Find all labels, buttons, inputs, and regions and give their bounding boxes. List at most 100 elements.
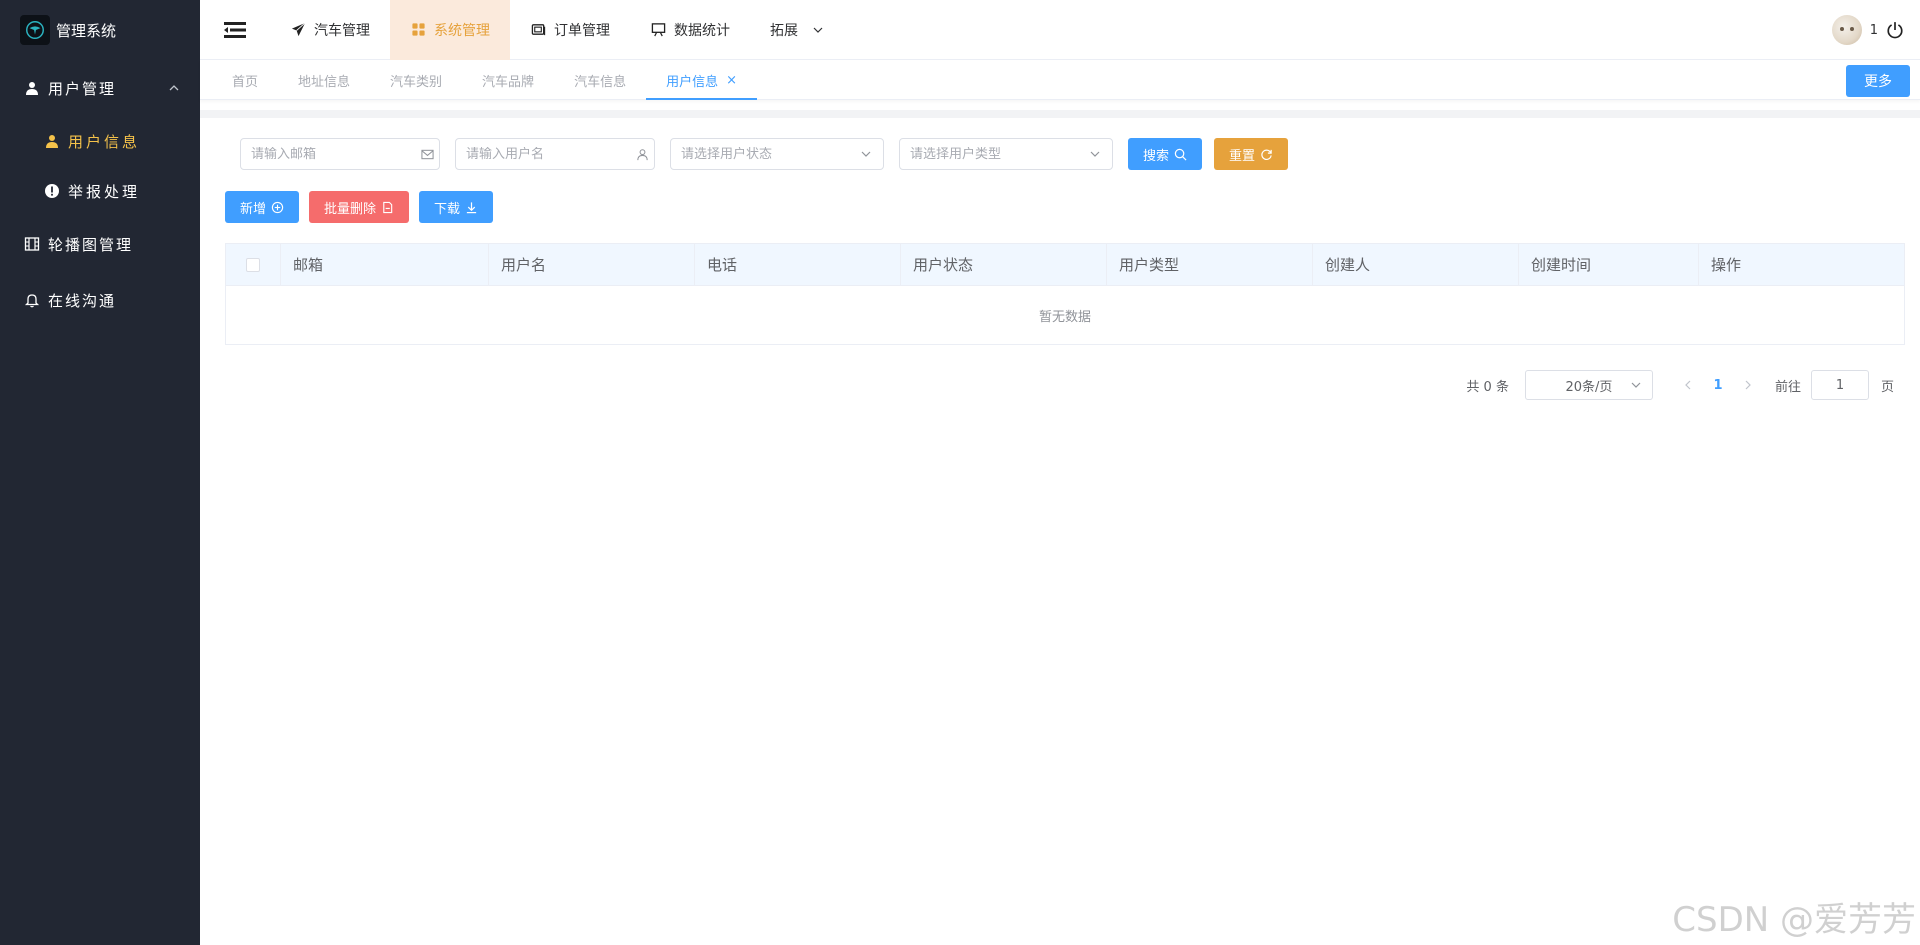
power-icon[interactable] (1886, 21, 1904, 39)
sidebar-item-label: 轮播图管理 (48, 235, 134, 254)
sidebar-item-carousel[interactable]: 轮播图管理 (0, 216, 200, 272)
email-field[interactable] (240, 138, 440, 170)
prev-page-button[interactable] (1673, 370, 1703, 400)
goto-page-input[interactable] (1810, 370, 1869, 400)
select-all-cell (226, 244, 281, 285)
email-input[interactable] (251, 146, 421, 162)
tabs-bar: 首页 地址信息 汽车类别 汽车品牌 汽车信息 用户信息 × 更多 (200, 60, 1920, 100)
topnav-extension[interactable]: 拓展 (750, 0, 844, 60)
batch-delete-button-label: 批量删除 (324, 201, 377, 217)
column-header-created-time[interactable]: 创建时间 (1519, 244, 1699, 285)
sidebar-item-online-chat[interactable]: 在线沟通 (0, 272, 200, 328)
tab-home[interactable]: 首页 (212, 60, 278, 100)
column-header-username[interactable]: 用户名 (489, 244, 695, 285)
tab-car-info[interactable]: 汽车信息 (554, 60, 646, 100)
close-icon[interactable]: × (726, 73, 737, 88)
table-actions: 新增 批量删除 下载 (225, 191, 494, 223)
tab-label: 用户信息 (666, 74, 719, 90)
page-size-select[interactable]: 20条/页 (1524, 370, 1653, 400)
presentation-icon (650, 22, 666, 38)
next-page-button[interactable] (1733, 370, 1763, 400)
pagination: 共 0 条 20条/页 1 前往 页 (1466, 370, 1894, 400)
tab-user-info[interactable]: 用户信息 × (646, 60, 757, 100)
chevron-down-icon (813, 27, 823, 33)
menu-fold-icon (224, 21, 246, 38)
user-type-input[interactable] (910, 146, 1088, 162)
watermark: CSDN @爱芳芳 (1672, 900, 1916, 940)
header-user-area: 1 (1831, 0, 1904, 60)
top-header: 汽车管理 系统管理 订单管理 数据统计 拓展 1 (200, 0, 1920, 60)
column-header-phone[interactable]: 电话 (695, 244, 901, 285)
topnav-system-management[interactable]: 系统管理 (390, 0, 510, 60)
app-logo[interactable]: 管理系统 (0, 0, 200, 60)
sidebar-item-user-management[interactable]: 用户管理 (0, 60, 200, 116)
film-icon (24, 236, 40, 252)
topnav-label: 订单管理 (554, 22, 610, 39)
sidebar-item-label: 用户管理 (48, 79, 117, 98)
bell-icon (24, 292, 40, 308)
sidebar-item-label: 用户信息 (68, 132, 141, 151)
page-tabs: 首页 地址信息 汽车类别 汽车品牌 汽车信息 用户信息 × (200, 60, 1920, 100)
column-header-email[interactable]: 邮箱 (281, 244, 489, 285)
column-header-actions: 操作 (1711, 256, 1742, 274)
sidebar-item-user-info[interactable]: 用户信息 (0, 116, 200, 166)
topnav-car-management[interactable]: 汽车管理 (270, 0, 390, 60)
reset-button[interactable]: 重置 (1214, 138, 1289, 170)
column-header-user-status[interactable]: 用户状态 (901, 244, 1107, 285)
send-icon (290, 22, 306, 38)
user-status-input[interactable] (681, 146, 859, 162)
user-status-select[interactable] (670, 138, 884, 170)
tab-car-category[interactable]: 汽车类别 (370, 60, 462, 100)
sidebar-item-report-handling[interactable]: 举报处理 (0, 166, 200, 216)
pagination-total: 共 0 条 (1466, 379, 1509, 395)
topnav-label: 系统管理 (434, 22, 490, 39)
page-number[interactable]: 1 (1703, 370, 1733, 400)
add-button[interactable]: 新增 (225, 191, 300, 223)
chevron-left-icon (1685, 380, 1691, 390)
ticket-icon (530, 22, 546, 38)
tab-label: 汽车信息 (574, 74, 627, 90)
page-suffix: 页 (1880, 379, 1894, 395)
goto-label: 前往 (1774, 379, 1801, 395)
select-all-checkbox[interactable] (246, 257, 260, 272)
tab-label: 首页 (232, 74, 259, 90)
user-type-select[interactable] (899, 138, 1113, 170)
user-icon (24, 80, 40, 96)
search-icon (1174, 148, 1187, 161)
tab-label: 地址信息 (298, 74, 351, 90)
chevron-right-icon (1745, 380, 1751, 390)
download-button[interactable]: 下载 (419, 191, 494, 223)
sidebar-item-label: 在线沟通 (48, 291, 117, 310)
topnav-statistics[interactable]: 数据统计 (630, 0, 750, 60)
search-filters: 搜索 重置 (240, 138, 1289, 170)
topnav-order-management[interactable]: 订单管理 (510, 0, 630, 60)
username-field[interactable] (455, 138, 655, 170)
add-button-label: 新增 (240, 201, 267, 217)
chevron-down-icon (1088, 147, 1102, 161)
search-button[interactable]: 搜索 (1128, 138, 1203, 170)
tab-car-brand[interactable]: 汽车品牌 (462, 60, 554, 100)
user-icon (44, 133, 60, 149)
plus-circle-icon (271, 201, 284, 214)
tab-address-info[interactable]: 地址信息 (278, 60, 370, 100)
avatar[interactable] (1831, 15, 1862, 45)
user-icon (636, 147, 649, 161)
user-table: 邮箱 用户名 电话 用户状态 用户类型 创建人 创建时间 操作 暂无数据 (225, 243, 1905, 345)
tab-label: 汽车类别 (390, 74, 443, 90)
document-delete-icon (381, 201, 394, 214)
username-input[interactable] (466, 146, 636, 162)
column-header-user-type[interactable]: 用户类型 (1107, 244, 1313, 285)
main-content: 搜索 重置 新增 批量删除 下载 邮箱 用户名 电话 用户状 (200, 110, 1920, 945)
more-tabs-button[interactable]: 更多 (1846, 65, 1910, 97)
column-header-creator[interactable]: 创建人 (1313, 244, 1519, 285)
download-button-label: 下载 (434, 201, 461, 217)
user-count: 1 (1869, 22, 1878, 38)
topnav-label: 汽车管理 (314, 22, 370, 39)
app-title: 管理系统 (56, 21, 117, 40)
topnav-label: 拓展 (770, 22, 798, 39)
alert-icon (44, 183, 60, 199)
batch-delete-button[interactable]: 批量删除 (309, 191, 410, 223)
collapse-menu-button[interactable] (200, 0, 270, 60)
top-navigation: 汽车管理 系统管理 订单管理 数据统计 拓展 (270, 0, 844, 60)
sidebar: 管理系统 用户管理 用户信息 举报处理 轮播图管理 在线沟通 (0, 0, 200, 945)
